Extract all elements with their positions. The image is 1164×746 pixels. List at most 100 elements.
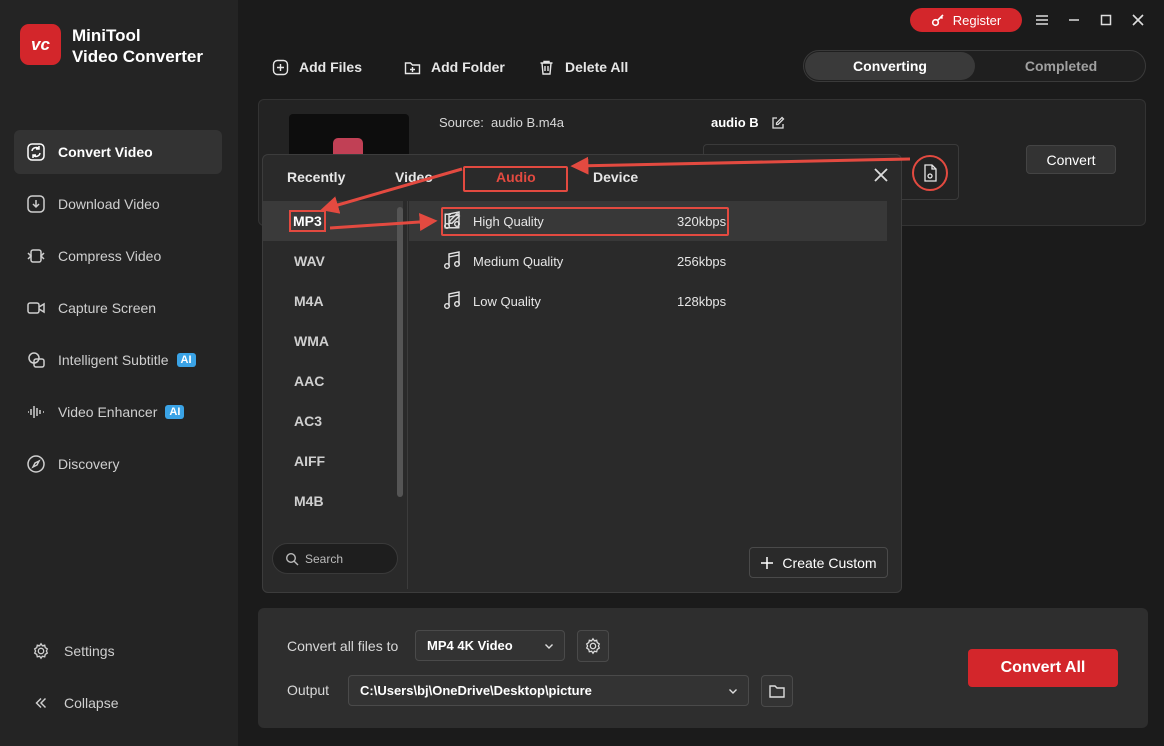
format-item-aac[interactable]: AAC — [263, 361, 403, 401]
sidebar-item-intelligent-subtitle[interactable]: Intelligent Subtitle AI — [14, 338, 222, 382]
maximize-icon — [1100, 14, 1112, 26]
add-folder-label: Add Folder — [431, 59, 505, 75]
convert-all-button[interactable]: Convert All — [968, 649, 1118, 687]
convert-all-format-select[interactable]: MP4 4K Video — [415, 630, 565, 661]
music-note-icon — [444, 251, 460, 269]
music-note-icon — [444, 291, 460, 309]
format-item-ac3[interactable]: AC3 — [263, 401, 403, 441]
gear-icon — [33, 642, 49, 660]
output-filename-text: audio B — [711, 115, 759, 130]
tab-device[interactable]: Device — [593, 169, 638, 185]
output-path-select[interactable]: C:\Users\bj\OneDrive\Desktop\picture — [348, 675, 749, 706]
minimize-button[interactable] — [1064, 10, 1084, 30]
sidebar-item-convert-video[interactable]: Convert Video — [14, 130, 222, 174]
create-custom-button[interactable]: Create Custom — [749, 547, 888, 578]
close-window-button[interactable] — [1128, 10, 1148, 30]
format-item-wma[interactable]: WMA — [263, 321, 403, 361]
convert-all-to-label: Convert all files to — [287, 638, 399, 654]
quality-item-low[interactable]: Low Quality 128kbps — [409, 281, 887, 321]
maximize-button[interactable] — [1096, 10, 1116, 30]
plus-circle-icon — [272, 59, 289, 75]
format-item-m4a[interactable]: M4A — [263, 281, 403, 321]
sidebar-item-capture-screen[interactable]: Capture Screen — [14, 286, 222, 330]
quality-item-medium[interactable]: Medium Quality 256kbps — [409, 241, 887, 281]
sidebar-item-discovery[interactable]: Discovery — [14, 442, 222, 486]
chevron-down-icon — [729, 689, 737, 694]
output-label: Output — [287, 682, 330, 698]
register-label: Register — [952, 12, 1002, 28]
annotation-highlight-audio-tab — [463, 166, 568, 192]
collapse-button[interactable]: Collapse — [20, 683, 220, 723]
gear-icon — [585, 637, 601, 655]
source-filename: audio B.m4a — [491, 115, 565, 130]
sidebar-item-download-video[interactable]: Download Video — [14, 182, 222, 226]
tab-recently[interactable]: Recently — [287, 169, 345, 185]
format-search-input[interactable]: Search — [272, 543, 398, 574]
sidebar-item-label: Discovery — [58, 456, 120, 472]
sidebar-item-label: Convert Video — [58, 144, 153, 160]
convert-button[interactable]: Convert — [1026, 145, 1116, 174]
app-title-line1: MiniTool — [72, 26, 141, 45]
collapse-label: Collapse — [64, 695, 119, 711]
format-item-aiff[interactable]: AIFF — [263, 441, 403, 481]
output-path-value: C:\Users\bj\OneDrive\Desktop\picture — [360, 683, 592, 698]
compass-icon — [27, 455, 45, 473]
app-title: MiniTool Video Converter — [72, 25, 203, 67]
format-item-wav[interactable]: WAV — [263, 241, 403, 281]
sidebar-item-compress-video[interactable]: Compress Video — [14, 234, 222, 278]
app-logo: vc — [20, 24, 61, 65]
add-files-button[interactable]: Add Files — [272, 56, 362, 78]
chevron-down-icon — [545, 644, 553, 649]
output-filename: audio B — [711, 115, 785, 130]
add-files-label: Add Files — [299, 59, 363, 75]
sidebar-nav: Convert Video Download Video Compress Vi… — [14, 130, 222, 494]
minimize-icon — [1069, 19, 1079, 21]
sidebar-item-label: Video Enhancer — [58, 404, 158, 420]
settings-label: Settings — [64, 643, 115, 659]
format-popup: Recently Video Audio Device MP3 WAV M4A … — [262, 154, 902, 593]
format-item-m4b[interactable]: M4B — [263, 481, 403, 521]
quality-name: Medium Quality — [473, 254, 564, 269]
register-button[interactable]: Register — [910, 8, 1022, 32]
plus-icon — [761, 556, 774, 569]
settings-button[interactable]: Settings — [20, 631, 220, 671]
format-item-label: MP3 — [289, 210, 326, 232]
quality-bitrate: 256kbps — [677, 254, 727, 269]
ai-badge: AI — [165, 405, 185, 419]
delete-all-label: Delete All — [565, 59, 629, 75]
format-list-scrollbar[interactable] — [397, 207, 403, 497]
search-placeholder: Search — [305, 551, 344, 566]
key-icon — [931, 14, 944, 27]
open-folder-button[interactable] — [761, 675, 793, 707]
subtitle-icon — [28, 352, 45, 368]
file-settings-icon — [924, 164, 937, 182]
delete-all-button[interactable]: Delete All — [538, 56, 628, 78]
quality-item-high[interactable]: High Quality 320kbps — [409, 201, 887, 241]
ai-badge: AI — [176, 353, 196, 367]
sidebar-item-label: Intelligent Subtitle — [58, 352, 169, 368]
quality-bitrate: 128kbps — [677, 294, 727, 309]
app-title-line2: Video Converter — [72, 47, 204, 66]
sidebar-item-video-enhancer[interactable]: Video Enhancer AI — [14, 390, 222, 434]
format-item-mp3[interactable]: MP3 — [263, 201, 403, 241]
close-icon — [1132, 14, 1144, 26]
tab-video[interactable]: Video — [395, 169, 433, 185]
source-info: Source: audio B.m4a — [439, 115, 564, 130]
sidebar-item-label: Download Video — [58, 196, 160, 212]
camera-icon — [27, 302, 45, 314]
format-settings-button[interactable] — [912, 155, 948, 191]
annotation-highlight-high-quality — [441, 207, 729, 236]
search-icon — [285, 552, 299, 565]
create-custom-label: Create Custom — [782, 554, 877, 571]
edit-icon[interactable] — [771, 116, 785, 130]
tab-completed[interactable]: Completed — [976, 52, 1146, 80]
format-settings-gear-button[interactable] — [577, 630, 609, 662]
menu-button[interactable] — [1032, 10, 1052, 30]
convert-all-format-value: MP4 4K Video — [427, 638, 513, 653]
quality-name: Low Quality — [473, 294, 541, 309]
close-icon[interactable] — [871, 165, 891, 185]
sidebar-item-label: Compress Video — [58, 248, 162, 264]
add-folder-button[interactable]: Add Folder — [404, 56, 505, 78]
download-icon — [27, 195, 45, 213]
tab-converting[interactable]: Converting — [805, 52, 975, 80]
